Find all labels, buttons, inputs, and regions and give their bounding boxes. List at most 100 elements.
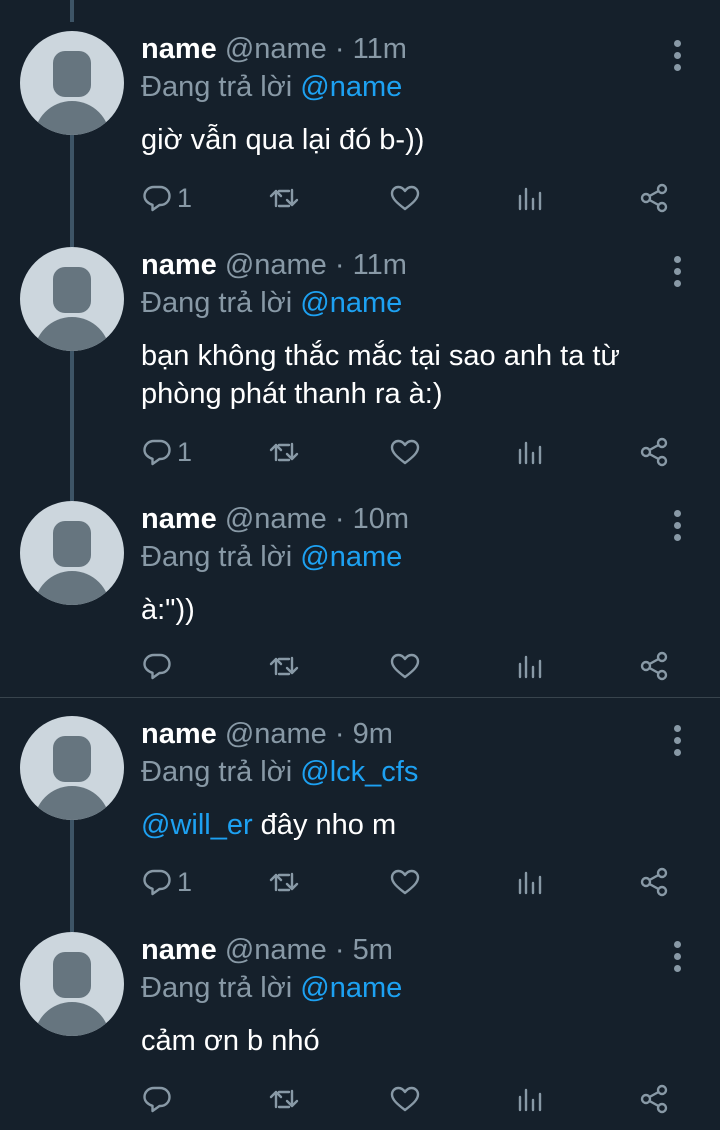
thread-line-top (70, 0, 74, 22)
retweet-icon (269, 656, 299, 676)
reply-icon (143, 1086, 171, 1113)
analytics-icon (518, 871, 542, 895)
tweet-text-line: giờ vẫn qua lại đó b-)) (141, 124, 425, 156)
tweet[interactable]: name @name · 9m Đang trả lời @lck_cfs @w… (0, 715, 720, 915)
avatar[interactable] (20, 501, 124, 605)
analytics-icon (518, 187, 542, 211)
analytics-button[interactable] (514, 432, 546, 472)
reply-mention[interactable]: @name (300, 287, 402, 319)
share-button[interactable] (638, 862, 670, 902)
like-button[interactable] (389, 646, 421, 686)
avatar[interactable] (20, 932, 124, 1036)
reply-button[interactable]: 1 (141, 432, 192, 472)
like-button[interactable] (389, 178, 421, 218)
tweet-actions: 1 (0, 432, 720, 472)
replying-to: Đang trả lời @name (141, 71, 402, 104)
reply-count: 1 (177, 436, 193, 467)
reply-mention[interactable]: @name (300, 71, 402, 103)
analytics-icon (518, 1088, 542, 1112)
analytics-button[interactable] (514, 646, 546, 686)
tweet-text-line: bạn không thắc mắc tại sao anh ta từ (141, 340, 620, 372)
tweet-actions (0, 646, 720, 686)
like-button[interactable] (389, 862, 421, 902)
avatar[interactable] (20, 31, 124, 135)
analytics-button[interactable] (514, 178, 546, 218)
like-button[interactable] (389, 1079, 421, 1119)
timestamp[interactable]: 11m (353, 33, 407, 65)
more-vertical-icon[interactable] (664, 721, 692, 761)
share-icon (640, 651, 668, 681)
tweet-actions: 1 (0, 862, 720, 902)
retweet-button[interactable] (268, 646, 300, 686)
retweet-button[interactable] (268, 178, 300, 218)
tweet-actions (0, 1079, 720, 1119)
avatar[interactable] (20, 247, 124, 351)
reply-prefix: Đang trả lời (141, 541, 293, 573)
user-handle: @name (224, 718, 327, 750)
reply-count: 1 (177, 866, 193, 897)
tweet-header: name @name · 5m (141, 934, 393, 967)
reply-prefix: Đang trả lời (141, 71, 293, 103)
share-button[interactable] (638, 432, 670, 472)
reply-prefix: Đang trả lời (141, 972, 293, 1004)
separator: · (334, 33, 345, 65)
analytics-icon (518, 655, 542, 679)
timestamp[interactable]: 10m (353, 503, 409, 535)
separator: · (334, 934, 345, 966)
reply-button[interactable] (141, 646, 177, 686)
more-vertical-icon[interactable] (664, 36, 692, 76)
analytics-button[interactable] (514, 1079, 546, 1119)
retweet-button[interactable] (268, 862, 300, 902)
reply-icon (143, 869, 171, 896)
user-handle: @name (224, 503, 327, 535)
retweet-icon (269, 872, 299, 892)
replying-to: Đang trả lời @name (141, 541, 402, 574)
share-button[interactable] (638, 1079, 670, 1119)
reply-icon (143, 653, 171, 680)
display-name[interactable]: name (141, 718, 217, 750)
reply-mention[interactable]: @name (300, 972, 402, 1004)
share-button[interactable] (638, 178, 670, 218)
reply-button[interactable]: 1 (141, 178, 192, 218)
timestamp[interactable]: 11m (353, 249, 407, 281)
separator: · (334, 718, 345, 750)
text-mention[interactable]: @will_er (141, 809, 253, 841)
tweet-text-line: phòng phát thanh ra à:) (141, 378, 443, 410)
tweet-text: @will_er đây nho m (141, 806, 701, 844)
thread-divider (0, 697, 720, 698)
reply-count: 1 (177, 182, 193, 213)
tweet-header: name @name · 10m (141, 503, 409, 536)
display-name[interactable]: name (141, 503, 217, 535)
reply-mention[interactable]: @name (300, 541, 402, 573)
share-button[interactable] (638, 646, 670, 686)
more-vertical-icon[interactable] (664, 252, 692, 292)
retweet-icon (269, 188, 299, 208)
retweet-button[interactable] (268, 1079, 300, 1119)
tweet[interactable]: name @name · 10m Đang trả lời @name à:")… (0, 500, 720, 690)
timestamp[interactable]: 5m (353, 934, 393, 966)
analytics-icon (518, 441, 542, 465)
retweet-button[interactable] (268, 432, 300, 472)
tweet[interactable]: name @name · 11m Đang trả lời @name bạn … (0, 246, 720, 486)
display-name[interactable]: name (141, 934, 217, 966)
more-vertical-icon[interactable] (664, 937, 692, 977)
more-vertical-icon[interactable] (664, 506, 692, 546)
timestamp[interactable]: 9m (353, 718, 393, 750)
tweet-text-rest: đây nho m (252, 809, 397, 841)
avatar[interactable] (20, 716, 124, 820)
reply-button[interactable]: 1 (141, 862, 192, 902)
display-name[interactable]: name (141, 249, 217, 281)
tweet[interactable]: name @name · 11m Đang trả lời @name giờ … (0, 30, 720, 230)
analytics-button[interactable] (514, 862, 546, 902)
display-name[interactable]: name (141, 33, 217, 65)
reply-icon (143, 439, 171, 466)
reply-button[interactable] (141, 1079, 177, 1119)
like-button[interactable] (389, 432, 421, 472)
tweet[interactable]: name @name · 5m Đang trả lời @name cảm ơ… (0, 931, 720, 1126)
reply-mention[interactable]: @lck_cfs (300, 756, 418, 788)
separator: · (334, 503, 345, 535)
share-icon (640, 437, 668, 467)
heart-icon (390, 869, 420, 895)
reply-prefix: Đang trả lời (141, 756, 293, 788)
share-icon (640, 867, 668, 897)
